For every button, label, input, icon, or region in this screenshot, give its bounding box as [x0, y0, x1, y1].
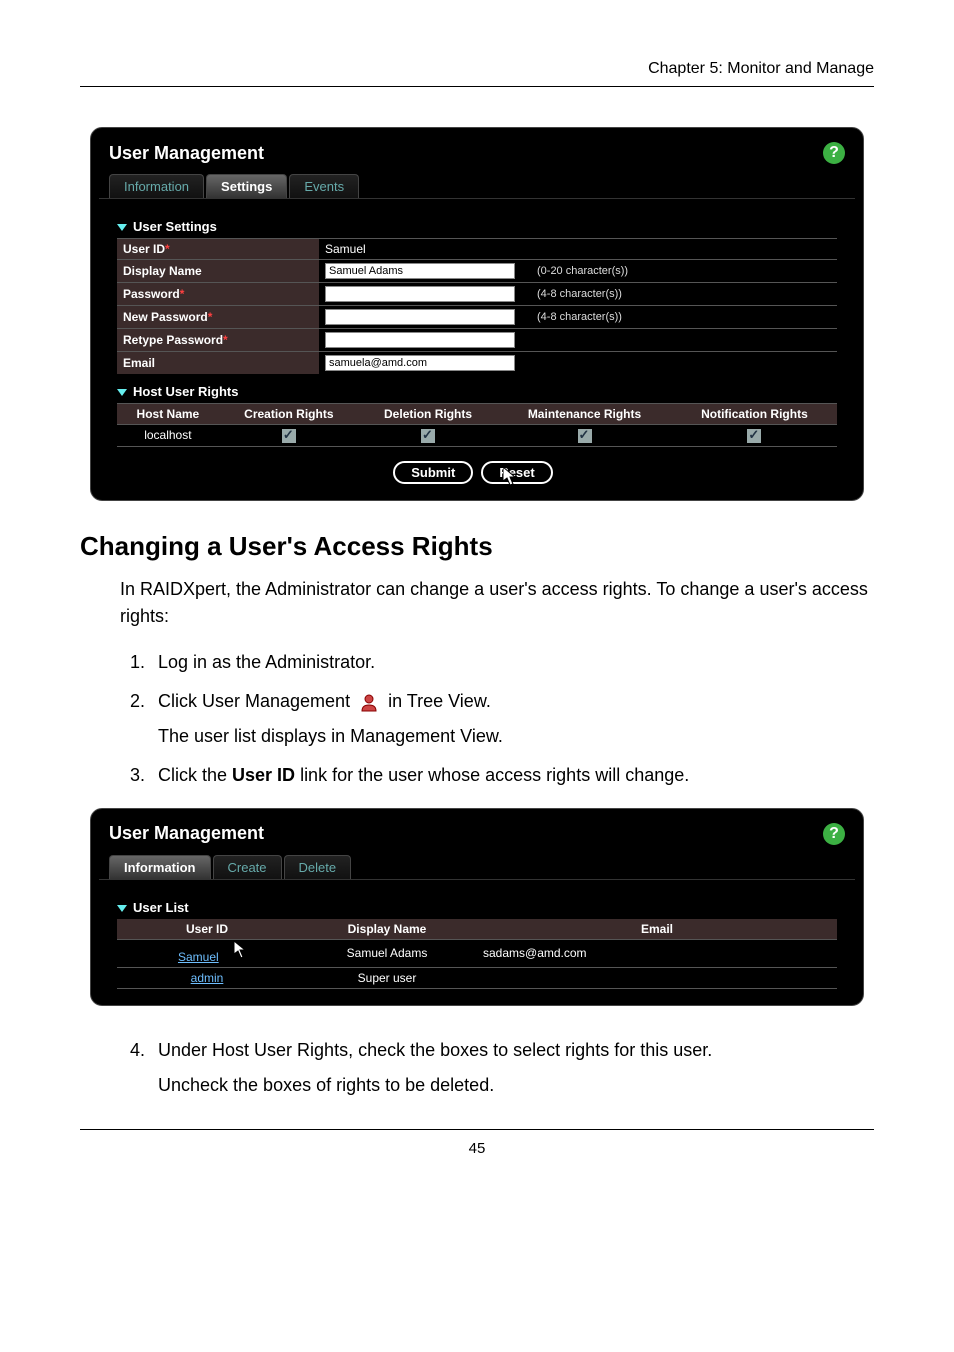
user-list-table: User ID Display Name Email Samuel Samuel… [117, 919, 837, 989]
submit-button[interactable]: Submit [393, 461, 473, 484]
retype-password-label: Retype Password [123, 333, 223, 347]
panel-title: User Management [109, 143, 264, 164]
new-password-label: New Password [123, 310, 208, 324]
host-user-rights-table: Host Name Creation Rights Deletion Right… [117, 403, 837, 447]
user-id-label: User ID [123, 242, 165, 256]
email-label: Email [117, 352, 319, 375]
new-password-field[interactable] [325, 309, 515, 325]
host-user-rights-section-header: Host User Rights [117, 374, 837, 403]
tab-events[interactable]: Events [289, 174, 359, 198]
tab-information[interactable]: Information [109, 855, 211, 879]
tabstrip: Information Create Delete [99, 855, 855, 880]
deletion-rights-checkbox[interactable] [421, 429, 435, 443]
step-3: Click the User ID link for the user whos… [150, 761, 874, 790]
user-management-icon [359, 687, 379, 716]
display-name-label: Display Name [117, 260, 319, 283]
intro-paragraph: In RAIDXpert, the Administrator can chan… [80, 576, 874, 630]
chapter-header: Chapter 5: Monitor and Manage [80, 60, 874, 87]
step-2: Click User Management in Tree View. The … [150, 687, 874, 751]
new-password-hint: (4-8 character(s)) [531, 306, 837, 329]
table-row: Samuel Samuel Adams sadams@amd.com [117, 939, 837, 967]
col-display-name: Display Name [297, 919, 477, 940]
email-field[interactable] [325, 355, 515, 371]
user-id-link-samuel[interactable]: Samuel [178, 950, 219, 964]
display-name-value: Samuel Adams [297, 939, 477, 967]
display-name-value: Super user [297, 967, 477, 988]
step-4: Under Host User Rights, check the boxes … [150, 1036, 874, 1100]
col-email: Email [477, 919, 837, 940]
col-host-name: Host Name [117, 404, 219, 425]
user-settings-form: User ID* Samuel Display Name (0-20 chara… [117, 238, 837, 374]
col-notification-rights: Notification Rights [672, 404, 837, 425]
chevron-down-icon [117, 900, 127, 915]
step-2-sub: The user list displays in Management Vie… [158, 722, 874, 751]
panel-title: User Management [109, 823, 264, 844]
retype-password-field[interactable] [325, 332, 515, 348]
col-creation-rights: Creation Rights [219, 404, 359, 425]
host-user-rights-label: Host User Rights [133, 384, 238, 399]
mouse-cursor-icon [234, 941, 248, 959]
tab-delete[interactable]: Delete [284, 855, 352, 879]
password-label: Password [123, 287, 180, 301]
step-1: Log in as the Administrator. [150, 648, 874, 677]
help-icon[interactable]: ? [823, 142, 845, 164]
notification-rights-checkbox[interactable] [747, 429, 761, 443]
user-management-list-panel: User Management ? Information Create Del… [90, 808, 864, 1006]
section-heading: Changing a User's Access Rights [80, 531, 874, 562]
tab-create[interactable]: Create [213, 855, 282, 879]
email-value [477, 967, 837, 988]
host-name-value: localhost [117, 425, 219, 447]
step-4-sub: Uncheck the boxes of rights to be delete… [158, 1071, 874, 1100]
user-id-value: Samuel [319, 239, 837, 260]
tab-settings[interactable]: Settings [206, 174, 287, 198]
password-field[interactable] [325, 286, 515, 302]
display-name-hint: (0-20 character(s)) [531, 260, 837, 283]
col-user-id: User ID [117, 919, 297, 940]
creation-rights-checkbox[interactable] [282, 429, 296, 443]
email-value: sadams@amd.com [477, 939, 837, 967]
user-list-section-header: User List [117, 890, 837, 919]
display-name-field[interactable] [325, 263, 515, 279]
chevron-down-icon [117, 219, 127, 234]
page-number: 45 [80, 1129, 874, 1157]
maintenance-rights-checkbox[interactable] [578, 429, 592, 443]
table-row: admin Super user [117, 967, 837, 988]
chevron-down-icon [117, 384, 127, 399]
table-row: localhost [117, 425, 837, 447]
help-icon[interactable]: ? [823, 823, 845, 845]
user-settings-label: User Settings [133, 219, 217, 234]
tabstrip: Information Settings Events [99, 174, 855, 199]
col-deletion-rights: Deletion Rights [359, 404, 497, 425]
user-settings-section-header: User Settings [117, 209, 837, 238]
password-hint: (4-8 character(s)) [531, 283, 837, 306]
user-management-settings-panel: User Management ? Information Settings E… [90, 127, 864, 501]
user-id-link-admin[interactable]: admin [191, 971, 224, 985]
tab-information[interactable]: Information [109, 174, 204, 198]
user-list-label: User List [133, 900, 189, 915]
col-maintenance-rights: Maintenance Rights [497, 404, 672, 425]
